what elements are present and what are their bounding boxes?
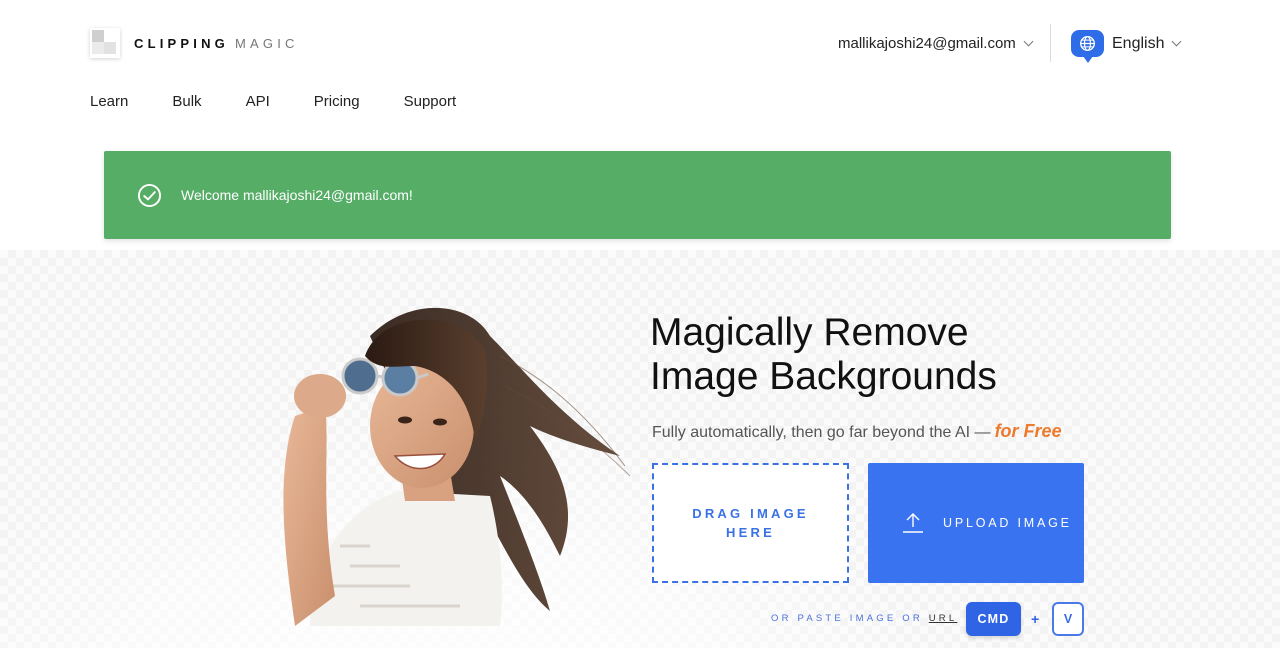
check-circle-icon bbox=[137, 183, 162, 207]
logo[interactable]: CLIPPING MAGIC bbox=[90, 28, 299, 58]
nav-item-support[interactable]: Support bbox=[404, 93, 457, 110]
header-divider bbox=[1050, 24, 1051, 62]
hero-headline: Magically Remove Image Backgrounds bbox=[650, 311, 997, 399]
drag-image-dropzone[interactable]: DRAG IMAGE HERE bbox=[652, 463, 849, 583]
v-key: V bbox=[1052, 602, 1084, 636]
hero-headline-line2: Image Backgrounds bbox=[650, 355, 997, 398]
nav-item-bulk[interactable]: Bulk bbox=[172, 93, 201, 110]
logo-text: CLIPPING MAGIC bbox=[134, 36, 299, 51]
upload-image-label: UPLOAD IMAGE bbox=[943, 516, 1072, 530]
paste-hint: OR PASTE IMAGE OR URL bbox=[771, 613, 957, 624]
account-menu[interactable]: mallikajoshi24@gmail.com bbox=[838, 35, 1034, 52]
hero-headline-line1: Magically Remove bbox=[650, 311, 969, 354]
account-email: mallikajoshi24@gmail.com bbox=[838, 35, 1016, 52]
drag-image-label: DRAG IMAGE HERE bbox=[692, 506, 809, 540]
welcome-alert: Welcome mallikajoshi24@gmail.com! bbox=[104, 151, 1171, 239]
key-plus: + bbox=[1031, 611, 1040, 627]
logo-mark-icon bbox=[90, 28, 120, 58]
hero-subline-text: Fully automatically, then go far beyond … bbox=[652, 424, 991, 441]
language-selector[interactable]: English bbox=[1071, 30, 1182, 63]
page: CLIPPING MAGIC mallikajoshi24@gmail.com E… bbox=[0, 0, 1280, 648]
main-nav: Learn Bulk API Pricing Support bbox=[90, 93, 500, 110]
language-label: English bbox=[1112, 34, 1165, 52]
hero-subline-free: for Free bbox=[994, 421, 1062, 441]
nav-item-pricing[interactable]: Pricing bbox=[314, 93, 360, 110]
chevron-down-icon bbox=[1023, 36, 1034, 47]
upload-image-button[interactable]: UPLOAD IMAGE bbox=[868, 463, 1084, 583]
logo-text-bold: CLIPPING bbox=[134, 35, 229, 51]
chevron-down-icon bbox=[1172, 36, 1182, 47]
logo-text-light: MAGIC bbox=[235, 35, 299, 51]
hero-subline: Fully automatically, then go far beyond … bbox=[652, 421, 1062, 442]
nav-item-api[interactable]: API bbox=[246, 93, 270, 110]
paste-url-link[interactable]: URL bbox=[929, 613, 958, 624]
upload-arrow-icon bbox=[903, 513, 923, 533]
cmd-key: CMD bbox=[966, 602, 1021, 636]
hero-background-fade bbox=[0, 250, 1280, 648]
alert-message: Welcome mallikajoshi24@gmail.com! bbox=[181, 187, 413, 203]
globe-icon bbox=[1071, 30, 1104, 63]
hero-woman-image bbox=[283, 307, 631, 626]
paste-hint-prefix: OR PASTE IMAGE OR bbox=[771, 613, 923, 624]
nav-item-learn[interactable]: Learn bbox=[90, 93, 128, 110]
